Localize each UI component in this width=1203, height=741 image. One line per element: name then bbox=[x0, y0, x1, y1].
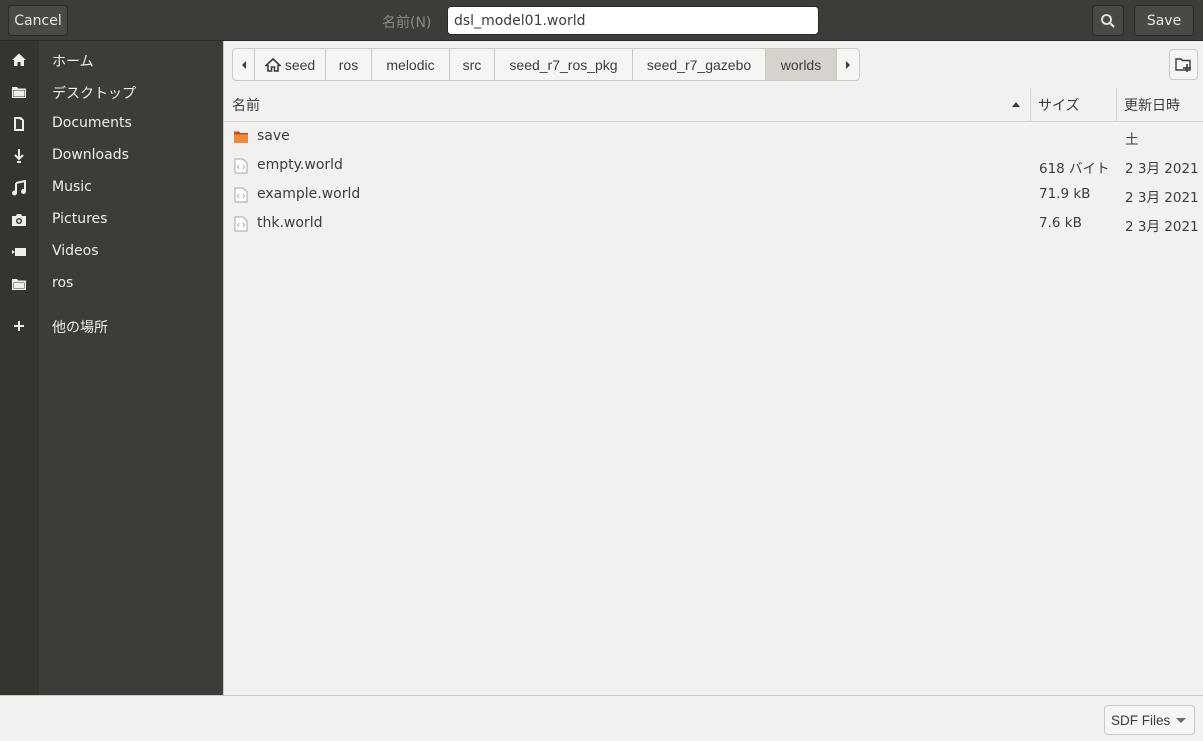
search-button[interactable] bbox=[1092, 5, 1124, 36]
document-icon bbox=[14, 117, 24, 131]
column-header-size[interactable]: サイズ bbox=[1038, 88, 1116, 122]
search-icon bbox=[1101, 13, 1115, 28]
sidebar-item-pictures[interactable]: Pictures bbox=[0, 204, 223, 236]
music-icon bbox=[12, 180, 26, 196]
file-row-thk-world[interactable]: thk.world 7.6 kB 2 3月 2021 bbox=[224, 209, 1203, 238]
file-size: 618 バイト bbox=[1039, 161, 1110, 177]
file-filter-dropdown[interactable]: SDF Files bbox=[1104, 705, 1195, 735]
camera-icon bbox=[12, 214, 26, 226]
file-list-header: 名前 サイズ 更新日時 bbox=[224, 88, 1203, 122]
sidebar-item-label: ホーム bbox=[52, 54, 94, 70]
file-size: 7.6 kB bbox=[1039, 215, 1082, 231]
breadcrumb-label: ros bbox=[338, 56, 359, 73]
file-row-save[interactable]: save 土 bbox=[224, 122, 1203, 151]
sidebar-item-home[interactable]: ホーム bbox=[0, 44, 223, 76]
file-modified: 2 3月 2021 bbox=[1125, 219, 1199, 235]
sidebar-item-downloads[interactable]: Downloads bbox=[0, 140, 223, 172]
file-size: 71.9 kB bbox=[1039, 186, 1091, 202]
sidebar: ホーム デスクトップ Documents Downloads Music Pic… bbox=[0, 41, 223, 695]
text-file-icon bbox=[234, 216, 248, 232]
column-separator[interactable] bbox=[1116, 88, 1117, 122]
breadcrumb-scroll-right-button[interactable] bbox=[837, 48, 860, 81]
sidebar-item-other-locations[interactable]: 他の場所 bbox=[0, 310, 223, 342]
breadcrumb-label: seed_r7_gazebo bbox=[646, 56, 752, 73]
column-header-name[interactable]: 名前 bbox=[232, 88, 1029, 122]
footer-bar: SDF Files bbox=[0, 695, 1203, 741]
breadcrumb-label: seed_r7_ros_pkg bbox=[509, 56, 618, 73]
breadcrumb-item-seed[interactable]: seed bbox=[255, 48, 326, 81]
sidebar-item-label: 他の場所 bbox=[52, 320, 108, 336]
breadcrumb-label: worlds bbox=[780, 56, 822, 73]
new-folder-button[interactable] bbox=[1169, 49, 1198, 80]
sort-ascending-icon bbox=[1012, 102, 1020, 107]
chevron-left-icon bbox=[241, 60, 246, 69]
sidebar-item-ros[interactable]: ros bbox=[0, 268, 223, 300]
folder-icon bbox=[234, 131, 248, 143]
filename-input[interactable] bbox=[447, 6, 819, 35]
breadcrumb-item-seed-r7-ros-pkg[interactable]: seed_r7_ros_pkg bbox=[495, 48, 633, 81]
sidebar-item-label: Documents bbox=[52, 115, 132, 131]
cancel-button[interactable]: Cancel bbox=[8, 5, 68, 36]
file-name: save bbox=[257, 128, 290, 144]
new-folder-icon bbox=[1174, 57, 1191, 72]
sidebar-item-music[interactable]: Music bbox=[0, 172, 223, 204]
text-file-icon bbox=[234, 158, 248, 174]
sidebar-item-desktop[interactable]: デスクトップ bbox=[0, 76, 223, 108]
folder-icon bbox=[12, 87, 26, 98]
header-bar: Cancel 名前(N) Save bbox=[0, 0, 1203, 41]
breadcrumb-label: melodic bbox=[386, 56, 435, 73]
sidebar-item-label: Videos bbox=[52, 243, 99, 259]
home-icon bbox=[12, 53, 26, 66]
chevron-right-icon bbox=[846, 60, 850, 69]
breadcrumb-item-seed-r7-gazebo[interactable]: seed_r7_gazebo bbox=[633, 48, 766, 81]
breadcrumb-scroll-left-button[interactable] bbox=[232, 48, 255, 81]
breadcrumb-label: src bbox=[462, 56, 482, 73]
file-modified: 土 bbox=[1125, 132, 1139, 148]
breadcrumb-item-ros[interactable]: ros bbox=[326, 48, 372, 81]
plus-icon bbox=[14, 321, 24, 331]
sidebar-item-label: Music bbox=[52, 179, 92, 195]
sidebar-item-videos[interactable]: Videos bbox=[0, 236, 223, 268]
download-icon bbox=[14, 149, 24, 163]
sidebar-item-label: ros bbox=[52, 275, 74, 291]
breadcrumb-item-melodic[interactable]: melodic bbox=[372, 48, 450, 81]
file-name: empty.world bbox=[257, 157, 343, 173]
column-header-label: 名前 bbox=[232, 98, 260, 114]
file-name: thk.world bbox=[257, 215, 323, 231]
sidebar-item-label: Pictures bbox=[52, 211, 108, 227]
home-icon bbox=[264, 57, 281, 72]
file-name: example.world bbox=[257, 186, 361, 202]
sidebar-item-label: デスクトップ bbox=[52, 86, 136, 102]
column-header-label: サイズ bbox=[1038, 98, 1080, 114]
column-separator[interactable] bbox=[1030, 88, 1031, 122]
video-icon bbox=[12, 248, 26, 256]
breadcrumb-item-worlds[interactable]: worlds bbox=[766, 48, 837, 81]
save-button[interactable]: Save bbox=[1134, 5, 1194, 36]
sidebar-item-label: Downloads bbox=[52, 147, 129, 163]
file-row-example-world[interactable]: example.world 71.9 kB 2 3月 2021 bbox=[224, 180, 1203, 209]
chevron-down-icon bbox=[1176, 718, 1186, 723]
column-header-label: 更新日時 bbox=[1124, 98, 1180, 114]
file-browser: seed ros melodic src seed_r7_ros_pkg see… bbox=[223, 41, 1203, 695]
breadcrumb-item-src[interactable]: src bbox=[450, 48, 495, 81]
breadcrumb-label: seed bbox=[284, 56, 316, 73]
file-filter-label: SDF Files bbox=[1111, 712, 1171, 728]
file-modified: 2 3月 2021 bbox=[1125, 190, 1199, 206]
text-file-icon bbox=[234, 187, 248, 203]
column-header-modified[interactable]: 更新日時 bbox=[1124, 88, 1203, 122]
breadcrumb: seed ros melodic src seed_r7_ros_pkg see… bbox=[232, 48, 860, 81]
filename-label: 名前(N) bbox=[382, 15, 432, 31]
sidebar-item-documents[interactable]: Documents bbox=[0, 108, 223, 140]
file-row-empty-world[interactable]: empty.world 618 バイト 2 3月 2021 bbox=[224, 151, 1203, 180]
file-modified: 2 3月 2021 bbox=[1125, 161, 1199, 177]
folder-icon bbox=[12, 279, 26, 290]
